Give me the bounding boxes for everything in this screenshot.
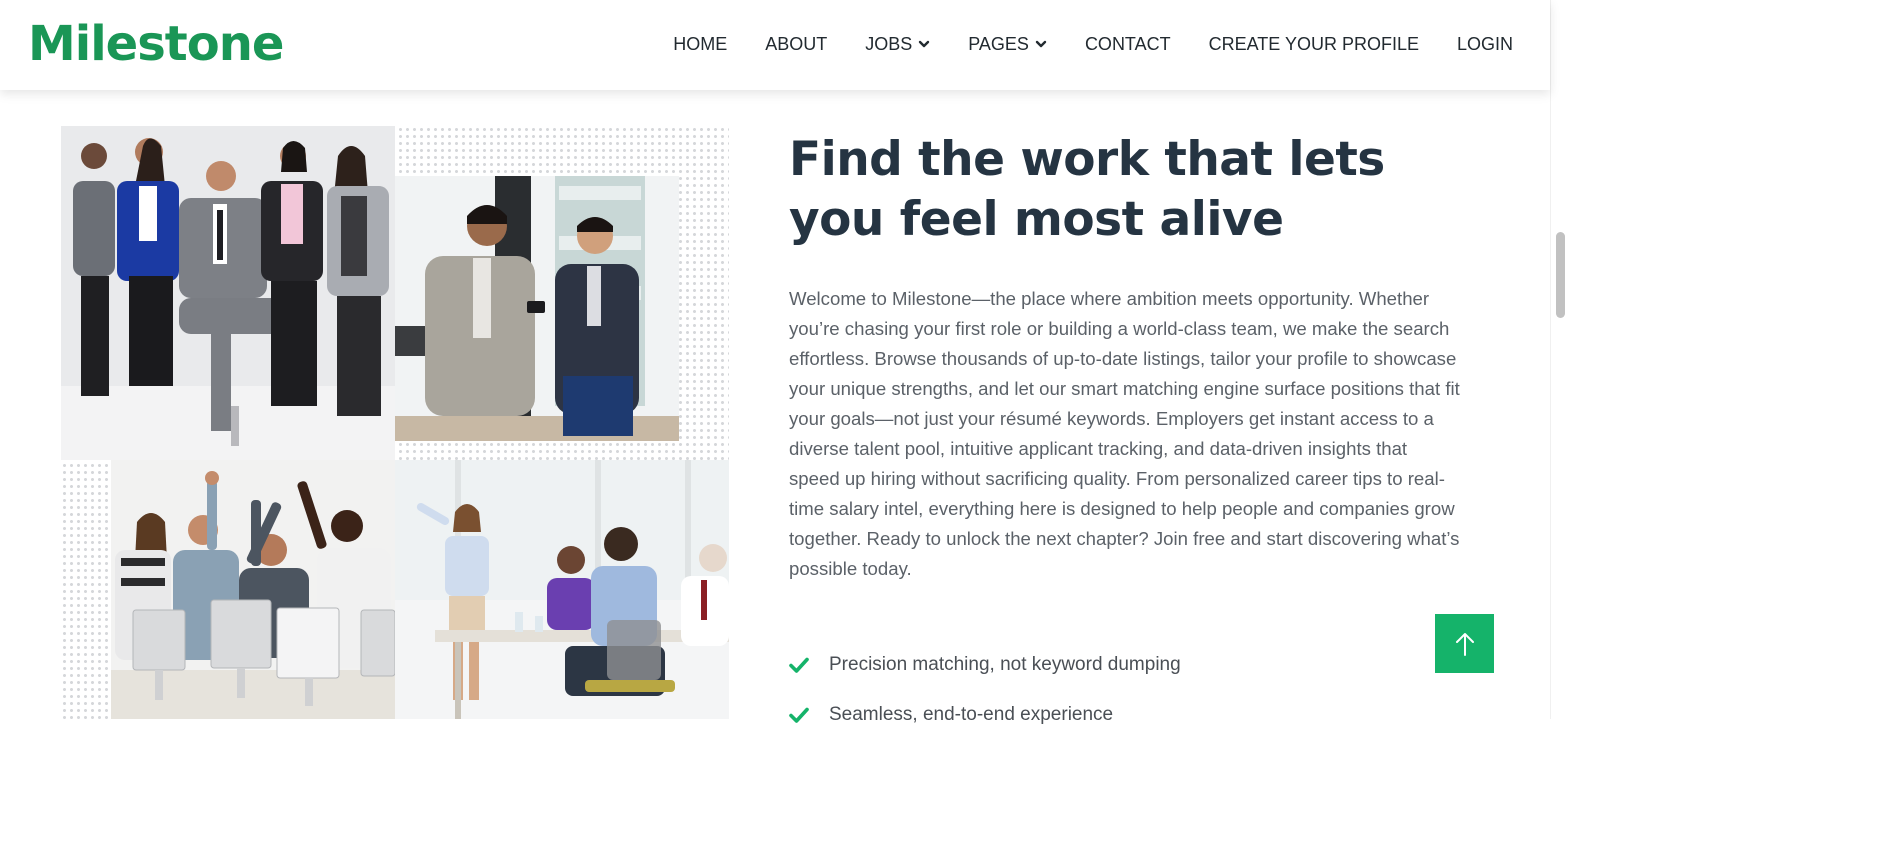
team-group-photo [61,126,395,460]
nav-item-label: JOBS [865,34,913,54]
chevron-down-icon [919,40,930,48]
list-item: Precision matching, not keyword dumping [789,640,1181,690]
check-icon [789,707,809,723]
two-colleagues-phone-photo [395,176,679,441]
hero-headline: Find the work that lets you feel most al… [789,132,1385,247]
nav-item-label: ABOUT [765,34,828,54]
nav-item-about[interactable]: ABOUT [765,32,827,56]
nav-item-pages[interactable]: PAGES [968,32,1047,56]
nav-item-jobs[interactable]: JOBS [865,32,930,56]
nav-item-create-profile[interactable]: CREATE YOUR PROFILE [1209,32,1419,56]
main-nav: HOME ABOUT JOBS PAGES CONTACT CREATE YOU… [673,32,1513,56]
chevron-down-icon [1035,40,1047,48]
feature-list: Precision matching, not keyword dumping … [789,640,1181,740]
hero-content: Find the work that lets you feel most al… [789,130,1469,584]
page-scrollbar[interactable] [1550,0,1568,719]
nav-item-label: LOGIN [1456,34,1513,54]
nav-item-label: PAGES [968,34,1029,54]
scrollbar-thumb[interactable] [1556,232,1565,318]
office-celebration-photo [111,460,395,719]
brand-logo[interactable]: Milestone [28,16,284,72]
navbar: Milestone HOME ABOUT JOBS PAGES CONTACT … [0,0,1550,90]
nav-item-label: CREATE YOUR PROFILE [1208,34,1419,54]
arrow-up-icon [1455,632,1474,656]
list-item: Seamless, end-to-end experience [789,690,1181,740]
check-icon [789,657,809,673]
photo-gallery [61,126,729,719]
nav-item-label: HOME [673,34,728,54]
meeting-presentation-photo [395,460,729,719]
nav-item-contact[interactable]: CONTACT [1085,32,1171,56]
nav-item-home[interactable]: HOME [673,32,727,56]
nav-item-label: CONTACT [1084,34,1171,54]
hero-body-text: Welcome to Milestone—the place where amb… [789,288,1460,579]
back-to-top-button[interactable] [1435,614,1494,673]
nav-item-login[interactable]: LOGIN [1457,32,1513,56]
feature-label: Precision matching, not keyword dumping [829,654,1181,675]
feature-label: Seamless, end-to-end experience [829,704,1114,725]
